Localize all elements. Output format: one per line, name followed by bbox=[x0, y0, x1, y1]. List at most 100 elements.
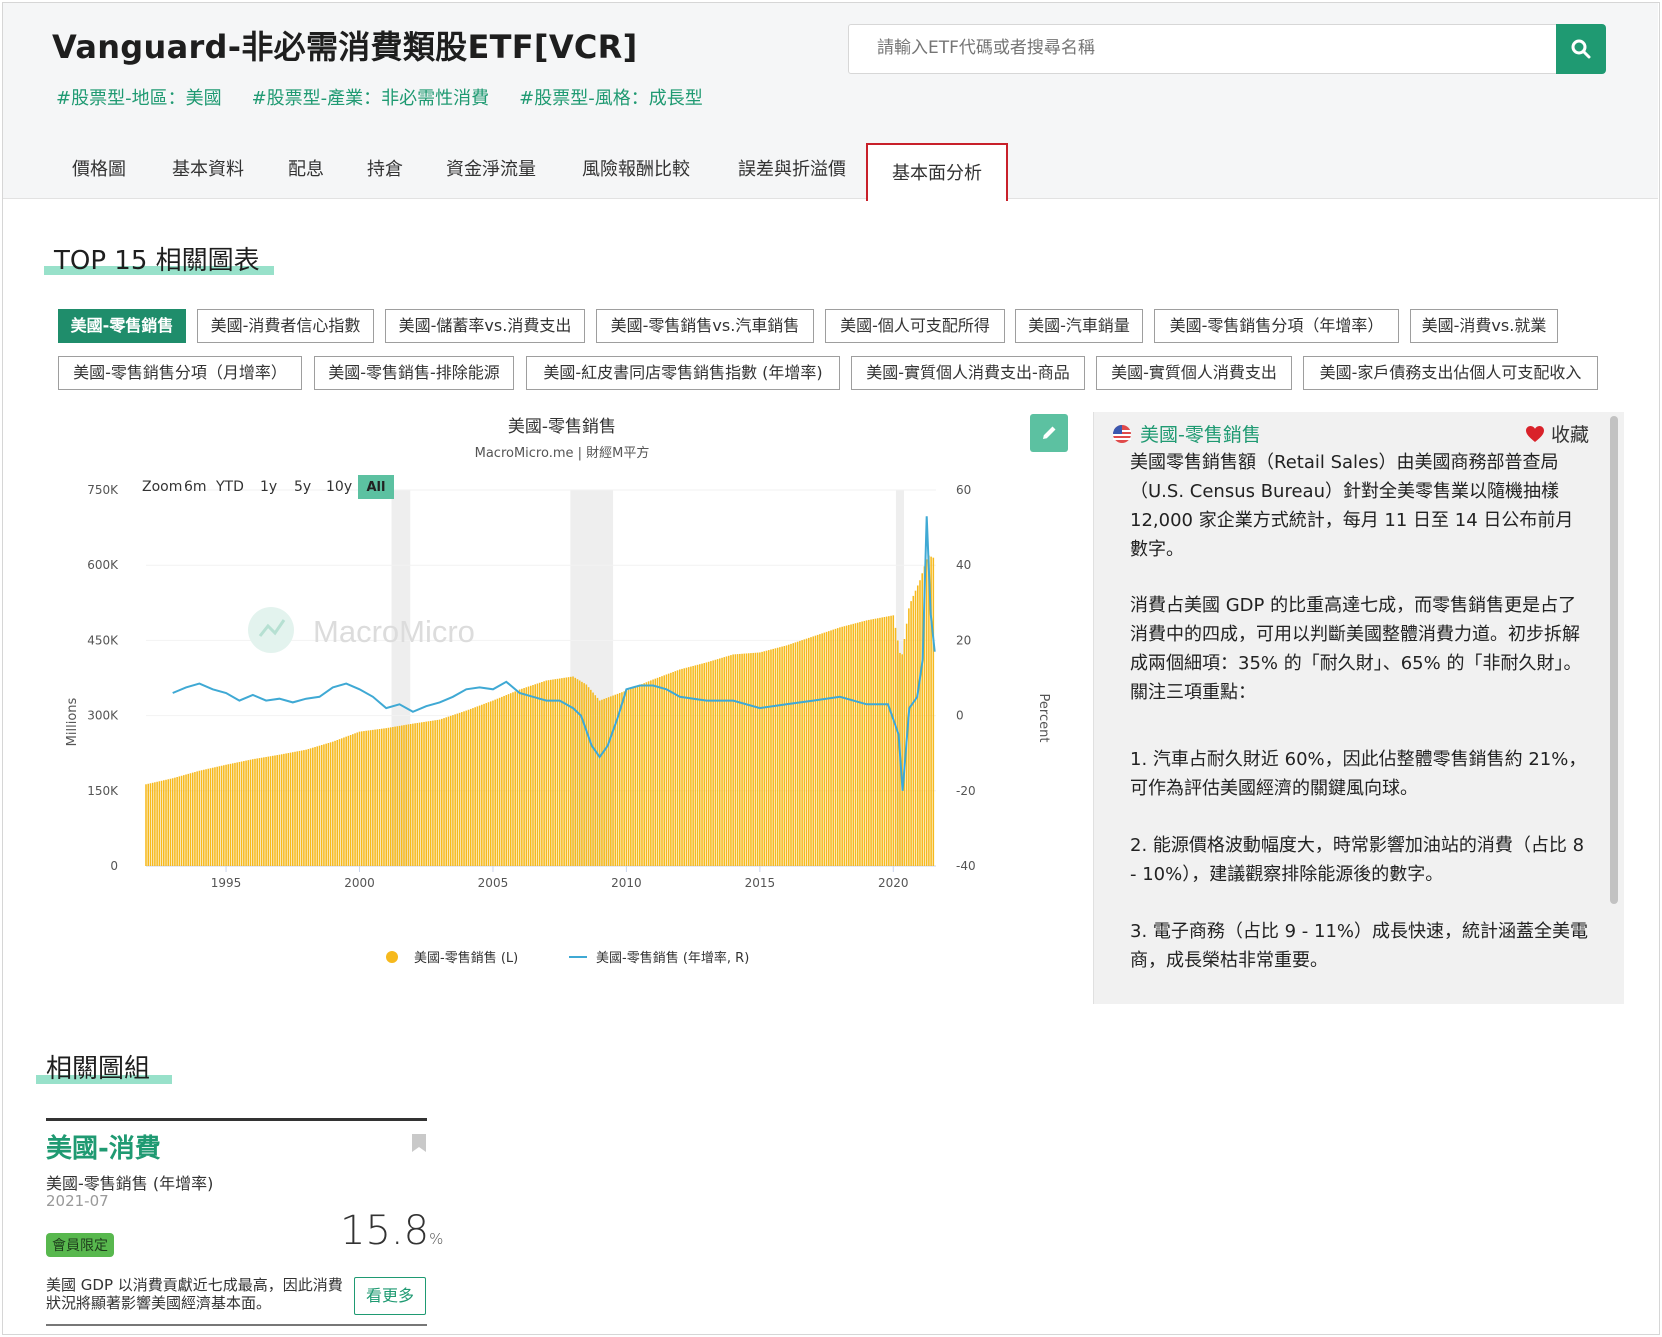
zoom-ytd[interactable]: YTD bbox=[215, 479, 244, 495]
sales-bar bbox=[407, 724, 410, 866]
tag-style[interactable]: #股票型-風格：成長型 bbox=[519, 84, 703, 110]
sales-bar bbox=[320, 745, 323, 866]
x-axis: 1995 2000 2005 2010 2015 2020 bbox=[211, 866, 909, 890]
search-input[interactable] bbox=[849, 25, 1549, 71]
search-button[interactable] bbox=[1556, 24, 1606, 74]
chip-disposable-income[interactable]: 美國-個人可支配所得 bbox=[825, 309, 1005, 343]
sales-bar bbox=[336, 739, 339, 866]
chip-consumption-vs-employment[interactable]: 美國-消費vs.就業 bbox=[1410, 309, 1558, 343]
sales-bar bbox=[912, 595, 915, 866]
sales-bar bbox=[405, 724, 407, 866]
legend-bar-label[interactable]: 美國-零售銷售 (L) bbox=[414, 950, 518, 966]
sales-bar bbox=[590, 689, 592, 866]
sales-bar bbox=[859, 622, 861, 866]
sales-bar bbox=[280, 754, 283, 866]
sales-bar bbox=[741, 653, 743, 866]
sales-bar bbox=[814, 635, 817, 866]
chip-retail-sales[interactable]: 美國-零售銷售 bbox=[58, 309, 186, 343]
chip-auto-sales[interactable]: 美國-汽車銷量 bbox=[1015, 309, 1143, 343]
sales-bar bbox=[211, 767, 214, 866]
sales-bar bbox=[836, 628, 839, 866]
tab-risk-return[interactable]: 風險報酬比較 bbox=[582, 145, 690, 195]
sales-bar bbox=[910, 601, 912, 866]
tag-region[interactable]: #股票型-地區：美國 bbox=[56, 84, 222, 110]
tab-fundamental-analysis[interactable]: 基本面分析 bbox=[866, 143, 1008, 201]
tab-price-chart[interactable]: 價格圖 bbox=[72, 145, 126, 195]
tab-fund-flow[interactable]: 資金淨流量 bbox=[446, 145, 536, 195]
bookmark-icon[interactable] bbox=[412, 1134, 426, 1152]
tab-tracking-premium[interactable]: 誤差與折溢價 bbox=[738, 145, 846, 195]
description-scroll-thumb[interactable] bbox=[1610, 416, 1618, 904]
sales-bar bbox=[438, 719, 441, 866]
legend-line-label[interactable]: 美國-零售銷售 (年增率, R) bbox=[596, 950, 749, 966]
sales-bar bbox=[845, 625, 848, 866]
sales-bar bbox=[289, 752, 292, 866]
tab-basic-info[interactable]: 基本資料 bbox=[172, 145, 244, 195]
see-more-button[interactable]: 看更多 bbox=[354, 1277, 426, 1315]
right-axis-title: Percent bbox=[1036, 694, 1051, 743]
sales-bar bbox=[672, 671, 674, 866]
sales-bar bbox=[681, 668, 683, 866]
description-paragraph: 消費占美國 GDP 的比重高達七成，而零售銷售更是占了消費中的四成，可用以判斷美… bbox=[1130, 595, 1582, 703]
sales-bar bbox=[380, 728, 383, 866]
chip-retail-mom-breakdown[interactable]: 美國-零售銷售分項（月增率） bbox=[58, 356, 302, 390]
chip-redbook-index[interactable]: 美國-紅皮書同店零售銷售指數 (年增率) bbox=[526, 356, 840, 390]
sales-bar bbox=[274, 755, 276, 866]
sales-bar bbox=[447, 716, 450, 866]
sales-bar bbox=[598, 700, 601, 866]
sales-bar bbox=[634, 686, 637, 866]
zoom-all[interactable]: All bbox=[367, 480, 386, 495]
sales-bar bbox=[458, 712, 461, 866]
sales-bar bbox=[345, 736, 347, 866]
sales-bar bbox=[409, 723, 412, 866]
sales-bar bbox=[612, 695, 614, 866]
sales-bar bbox=[716, 659, 719, 866]
sales-bar bbox=[892, 615, 895, 866]
right-axis-tick: 20 bbox=[956, 633, 971, 647]
sales-bar bbox=[396, 726, 399, 866]
sales-bar bbox=[461, 712, 463, 866]
sales-bar bbox=[623, 691, 625, 866]
favorite-button[interactable]: 收藏 bbox=[1525, 420, 1589, 447]
tab-holdings[interactable]: 持倉 bbox=[367, 145, 403, 195]
sales-bar bbox=[832, 629, 835, 866]
sales-bar bbox=[583, 683, 585, 866]
description-paragraph: 3. 電子商務（占比 9 - 11%）成長快速，統計涵蓋全美電商，成長榮枯非常重… bbox=[1130, 921, 1589, 971]
chip-real-pce[interactable]: 美國-實質個人消費支出 bbox=[1096, 356, 1292, 390]
sales-bar bbox=[516, 690, 519, 866]
sales-bar bbox=[465, 710, 468, 866]
zoom-5y[interactable]: 5y bbox=[294, 479, 311, 495]
tab-dividend[interactable]: 配息 bbox=[288, 145, 324, 195]
sales-bar bbox=[445, 717, 448, 866]
chip-retail-yoy-breakdown[interactable]: 美國-零售銷售分項（年增率） bbox=[1154, 309, 1399, 343]
description-title[interactable]: 美國-零售銷售 bbox=[1140, 420, 1261, 447]
sales-bar bbox=[452, 715, 454, 866]
sales-bar bbox=[790, 643, 792, 866]
zoom-6m[interactable]: 6m bbox=[184, 479, 207, 495]
sales-bar bbox=[819, 634, 821, 866]
chip-retail-vs-auto[interactable]: 美國-零售銷售vs.汽車銷售 bbox=[596, 309, 814, 343]
sales-bar bbox=[174, 777, 176, 866]
zoom-10y[interactable]: 10y bbox=[326, 479, 352, 495]
card-title[interactable]: 美國-消費 bbox=[46, 1128, 161, 1165]
sales-bar bbox=[378, 729, 381, 866]
chip-real-pce-goods[interactable]: 美國-實質個人消費支出-商品 bbox=[851, 356, 1085, 390]
sales-bar bbox=[641, 684, 643, 866]
chip-saving-vs-spending[interactable]: 美國-儲蓄率vs.消費支出 bbox=[385, 309, 585, 343]
tag-industry[interactable]: #股票型-產業：非必需性消費 bbox=[252, 84, 490, 110]
edit-chart-button[interactable] bbox=[1030, 414, 1068, 452]
sales-bar bbox=[167, 779, 170, 866]
tag-list: #股票型-地區：美國 #股票型-產業：非必需性消費 #股票型-風格：成長型 bbox=[56, 84, 703, 110]
sales-bar bbox=[441, 718, 443, 866]
zoom-1y[interactable]: 1y bbox=[260, 479, 277, 495]
card-chart-name[interactable]: 美國-零售銷售 (年增率) bbox=[46, 1170, 213, 1194]
sales-bar bbox=[154, 782, 156, 866]
sales-bar bbox=[283, 753, 285, 866]
sales-bar bbox=[916, 585, 919, 866]
watermark-text: MacroMicro bbox=[313, 614, 475, 649]
x-axis-tick: 2015 bbox=[745, 876, 776, 890]
chip-household-debt[interactable]: 美國-家戶債務支出佔個人可支配收入 bbox=[1303, 356, 1598, 390]
chip-consumer-confidence[interactable]: 美國-消費者信心指數 bbox=[197, 309, 374, 343]
chip-retail-ex-energy[interactable]: 美國-零售銷售-排除能源 bbox=[314, 356, 514, 390]
sales-bar bbox=[843, 626, 846, 866]
